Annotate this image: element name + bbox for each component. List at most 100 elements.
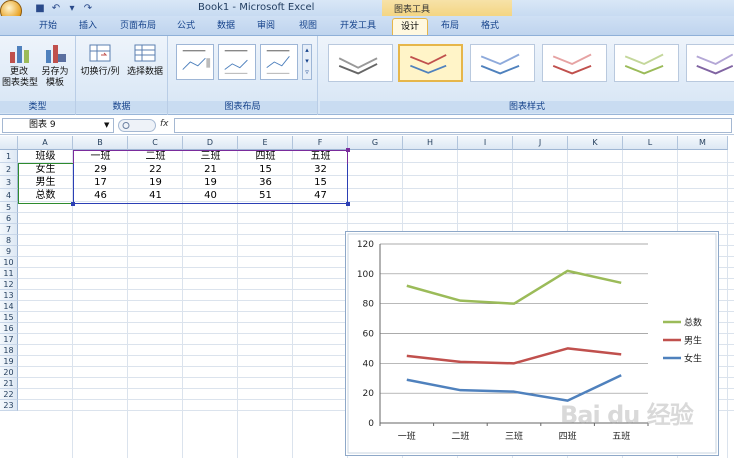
chart-style-4[interactable] (542, 44, 607, 82)
switch-row-column-button[interactable]: 切换行/列 (78, 42, 122, 78)
column-header-D[interactable]: D (183, 136, 238, 150)
redo-icon[interactable]: ↷ (82, 3, 94, 15)
tab-formulas[interactable]: 公式 (168, 18, 204, 35)
save-as-template-button[interactable]: 另存为 模板 (38, 42, 72, 89)
row-header-21[interactable]: 21 (0, 378, 18, 389)
row-header-15[interactable]: 15 (0, 312, 18, 323)
formula-expand-icon[interactable] (118, 119, 156, 132)
chart-layouts-group-label: 图表布局 (168, 101, 317, 113)
type-group: 更改 图表类型 另存为 模板 类型 (0, 36, 76, 115)
column-header-A[interactable]: A (18, 136, 73, 150)
dropdown-icon[interactable]: ▾ (66, 3, 78, 15)
chart-layout-1[interactable] (176, 44, 214, 80)
row-header-16[interactable]: 16 (0, 323, 18, 334)
y-tick-label: 60 (363, 330, 375, 340)
row-header-18[interactable]: 18 (0, 345, 18, 356)
column-header-F[interactable]: F (293, 136, 348, 150)
template-icon (46, 45, 66, 63)
row-header-13[interactable]: 13 (0, 290, 18, 301)
style-thumbnail-icon (624, 53, 664, 75)
style-thumbnail-icon (696, 53, 734, 75)
row-header-9[interactable]: 9 (0, 246, 18, 257)
row-header-1[interactable]: 1 (0, 150, 18, 163)
chart-style-1[interactable] (328, 44, 393, 82)
row-header-4[interactable]: 4 (0, 189, 18, 202)
row-header-23[interactable]: 23 (0, 400, 18, 411)
row-header-20[interactable]: 20 (0, 367, 18, 378)
tab-view[interactable]: 视图 (288, 18, 328, 35)
column-header-M[interactable]: M (678, 136, 728, 150)
select-data-icon (134, 44, 156, 62)
tab-layout[interactable]: 布局 (432, 18, 468, 35)
x-tick-label: 四班 (559, 430, 577, 442)
column-header-K[interactable]: K (568, 136, 623, 150)
range-resize-handle[interactable] (346, 148, 350, 152)
undo-icon[interactable]: ↶ (50, 3, 62, 15)
column-header-G[interactable]: G (348, 136, 403, 150)
chart-style-5[interactable] (614, 44, 679, 82)
tab-developer[interactable]: 开发工具 (332, 18, 384, 35)
data-group: 切换行/列 选择数据 数据 (76, 36, 168, 115)
chart-layout-3[interactable] (260, 44, 298, 80)
column-header-J[interactable]: J (513, 136, 568, 150)
fx-icon[interactable]: fx (160, 119, 169, 129)
tab-page-layout[interactable]: 页面布局 (112, 18, 164, 35)
column-header-C[interactable]: C (128, 136, 183, 150)
data-group-label: 数据 (76, 101, 167, 113)
range-resize-handle[interactable] (71, 202, 75, 206)
row-header-2[interactable]: 2 (0, 163, 18, 176)
row-header-11[interactable]: 11 (0, 268, 18, 279)
column-header-L[interactable]: L (623, 136, 678, 150)
name-box-dropdown-icon[interactable]: ▼ (104, 121, 109, 129)
legend-label: 总数 (684, 317, 702, 329)
tab-format[interactable]: 格式 (472, 18, 508, 35)
layouts-scroll[interactable]: ▴ ▾ ▿ (302, 44, 312, 80)
row-header-5[interactable]: 5 (0, 202, 18, 213)
select-data-button[interactable]: 选择数据 (124, 42, 166, 78)
chart-style-6[interactable] (686, 44, 734, 82)
select-all-corner[interactable] (0, 136, 18, 150)
y-tick-label: 120 (357, 240, 374, 250)
style-thumbnail-icon (410, 54, 447, 74)
tab-insert[interactable]: 插入 (70, 18, 106, 35)
category-range-outline (18, 163, 74, 204)
range-resize-handle[interactable] (346, 202, 350, 206)
row-header-3[interactable]: 3 (0, 176, 18, 189)
row-header-19[interactable]: 19 (0, 356, 18, 367)
row-header-10[interactable]: 10 (0, 257, 18, 268)
row-header-14[interactable]: 14 (0, 301, 18, 312)
gridline (18, 212, 734, 213)
window-title: Book1 - Microsoft Excel (198, 2, 315, 13)
tab-home[interactable]: 开始 (30, 18, 66, 35)
type-group-label: 类型 (0, 101, 75, 113)
column-header-H[interactable]: H (403, 136, 458, 150)
layout-thumbnail-icon (224, 49, 248, 74)
row-header-8[interactable]: 8 (0, 235, 18, 246)
chart-layout-2[interactable] (218, 44, 256, 80)
name-box[interactable]: 图表 9 (2, 118, 114, 133)
column-header-B[interactable]: B (73, 136, 128, 150)
column-header-E[interactable]: E (238, 136, 293, 150)
cell-A1[interactable]: 班级 (18, 150, 73, 163)
row-header-17[interactable]: 17 (0, 334, 18, 345)
row-header-7[interactable]: 7 (0, 224, 18, 235)
row-header-6[interactable]: 6 (0, 213, 18, 224)
chart-style-3[interactable] (470, 44, 535, 82)
chart-style-2[interactable] (398, 44, 463, 82)
chart-styles-group: 图表样式 (320, 36, 734, 115)
series-name-range-outline (73, 150, 348, 164)
save-icon[interactable]: ■ (34, 3, 46, 15)
row-header-22[interactable]: 22 (0, 389, 18, 400)
column-header-I[interactable]: I (458, 136, 513, 150)
change-chart-type-button[interactable]: 更改 图表类型 (2, 42, 38, 89)
style-thumbnail-icon (480, 53, 520, 75)
row-header-12[interactable]: 12 (0, 279, 18, 290)
formula-input[interactable] (174, 118, 732, 133)
tab-design[interactable]: 设计 (392, 18, 428, 35)
bar-chart-icon (10, 46, 29, 63)
tab-data[interactable]: 数据 (208, 18, 244, 35)
save-as-template-label: 另存为 模板 (41, 67, 69, 88)
tab-review[interactable]: 审阅 (248, 18, 284, 35)
y-tick-label: 0 (368, 419, 374, 429)
x-tick-label: 二班 (451, 430, 469, 442)
